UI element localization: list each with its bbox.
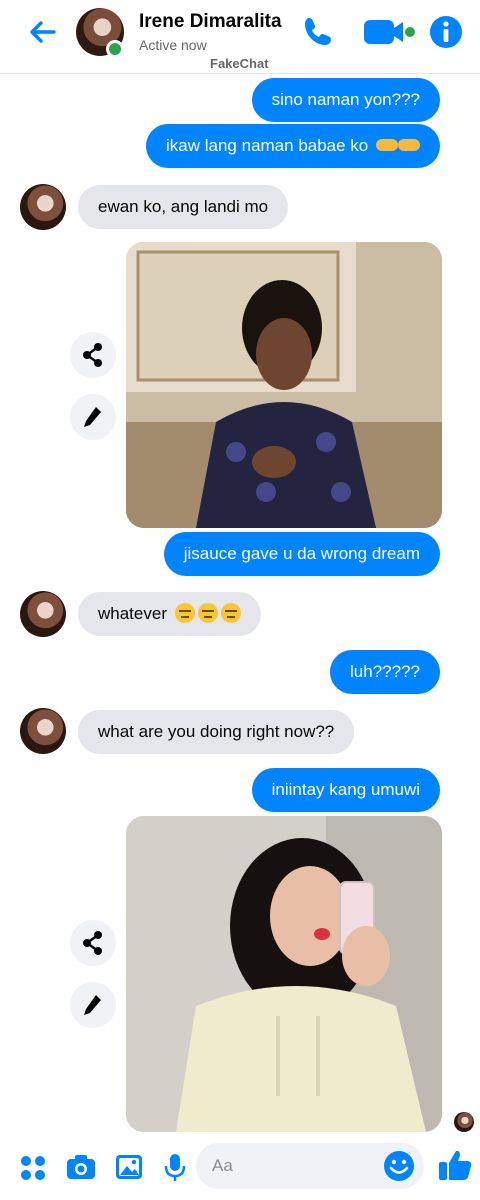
message-text: whatever bbox=[98, 604, 167, 623]
photo-image bbox=[126, 242, 442, 528]
share-button[interactable] bbox=[70, 332, 116, 378]
sent-message[interactable]: iniintay kang umuwi bbox=[251, 768, 440, 812]
message-text: ewan ko, ang landi mo bbox=[98, 197, 269, 216]
message-input-box[interactable] bbox=[196, 1143, 424, 1189]
edit-button[interactable] bbox=[70, 394, 116, 440]
active-status: Active now bbox=[139, 37, 207, 53]
message-text: iniintay kang umuwi bbox=[271, 780, 420, 799]
pencil-icon bbox=[84, 995, 101, 1015]
sent-message[interactable]: luh????? bbox=[330, 650, 440, 694]
video-camera-icon[interactable] bbox=[362, 12, 418, 52]
contact-avatar[interactable] bbox=[20, 184, 66, 230]
share-button[interactable] bbox=[70, 920, 116, 966]
pointing-hands-emoji-icon bbox=[376, 139, 398, 152]
message-text: luh????? bbox=[350, 662, 420, 681]
unamused-face-emoji-icon bbox=[197, 603, 218, 624]
sent-message[interactable]: jisauce gave u da wrong dream bbox=[163, 532, 440, 576]
seen-receipt-avatar bbox=[454, 1112, 474, 1132]
message-text: ikaw lang naman babae ko bbox=[166, 136, 369, 155]
phone-icon[interactable] bbox=[298, 12, 338, 52]
edit-button[interactable] bbox=[70, 982, 116, 1028]
photo-image bbox=[126, 816, 442, 1132]
message-text: sino naman yon??? bbox=[271, 90, 420, 109]
microphone-icon[interactable] bbox=[158, 1150, 192, 1184]
back-arrow-icon[interactable] bbox=[24, 14, 60, 50]
contact-avatar[interactable] bbox=[20, 708, 66, 754]
thumbs-up-icon[interactable] bbox=[436, 1146, 474, 1184]
message-text: jisauce gave u da wrong dream bbox=[183, 544, 420, 563]
contact-avatar[interactable] bbox=[20, 591, 66, 637]
unamused-face-emoji-icon bbox=[220, 603, 241, 624]
info-icon[interactable] bbox=[426, 12, 466, 52]
message-text: what are you doing right now?? bbox=[98, 722, 335, 741]
pointing-hands-emoji-icon bbox=[398, 139, 420, 152]
contact-name[interactable]: Irene Dimaralita bbox=[139, 11, 282, 33]
camera-icon[interactable] bbox=[64, 1150, 98, 1184]
sent-message[interactable]: sino naman yon??? bbox=[251, 78, 440, 122]
app-watermark: FakeChat bbox=[210, 56, 269, 71]
photo-attachment[interactable] bbox=[126, 242, 442, 528]
received-message[interactable]: what are you doing right now?? bbox=[78, 710, 355, 754]
share-icon bbox=[83, 931, 102, 955]
share-icon bbox=[83, 343, 102, 367]
image-icon[interactable] bbox=[112, 1150, 146, 1184]
unamused-face-emoji-icon bbox=[174, 603, 195, 624]
emoji-icon[interactable] bbox=[382, 1149, 416, 1183]
online-indicator bbox=[106, 40, 124, 58]
pencil-icon bbox=[84, 407, 101, 427]
received-message[interactable]: ewan ko, ang landi mo bbox=[78, 185, 289, 229]
chat-header: Irene Dimaralita Active now FakeChat bbox=[0, 0, 480, 74]
received-message[interactable]: whatever bbox=[78, 592, 261, 636]
sent-message[interactable]: ikaw lang naman babae ko bbox=[146, 124, 440, 168]
photo-attachment[interactable] bbox=[126, 816, 442, 1132]
message-input[interactable] bbox=[212, 1143, 372, 1189]
apps-grid-icon[interactable] bbox=[16, 1150, 50, 1184]
